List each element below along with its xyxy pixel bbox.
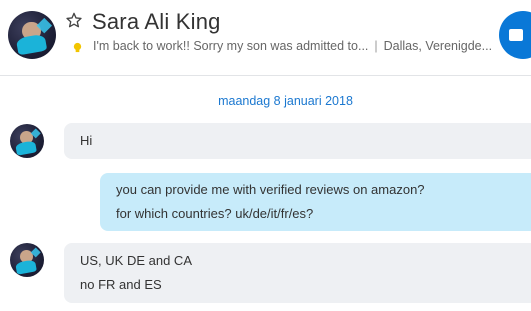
mood-separator: | — [374, 39, 378, 53]
contact-name[interactable]: Sara Ali King — [92, 9, 221, 35]
outgoing-message-bubble[interactable]: you can provide me with verified reviews… — [100, 173, 531, 231]
message-avatar[interactable] — [10, 124, 44, 158]
message-text: Hi — [80, 133, 93, 148]
incoming-message-bubble[interactable]: Hi — [64, 123, 531, 159]
video-call-icon — [509, 29, 523, 41]
header-divider — [0, 75, 531, 76]
lightbulb-icon — [72, 40, 83, 53]
message-text: for which countries? uk/de/it/fr/es? — [116, 206, 314, 221]
avatar-scarf — [15, 33, 47, 56]
contact-location: Dallas, Verenigde... — [383, 39, 493, 53]
mood-message: I'm back to work!! Sorry my son was admi… — [93, 39, 369, 53]
lightbulb-icon-svg — [73, 42, 82, 53]
message-text: no FR and ES — [80, 277, 162, 292]
avatar-scarf — [15, 139, 38, 156]
star-outline-icon[interactable] — [66, 12, 84, 30]
contact-avatar[interactable] — [8, 11, 56, 59]
star-outline-icon-svg — [66, 12, 82, 28]
conversation-header: Sara Ali King I'm back to work!! Sorry m… — [0, 0, 531, 75]
incoming-message-bubble[interactable]: US, UK DE and CA no FR and ES — [64, 243, 531, 303]
avatar-scarf — [15, 258, 38, 275]
message-text: US, UK DE and CA — [80, 253, 192, 268]
message-text: you can provide me with verified reviews… — [116, 182, 425, 197]
contact-mood-line: I'm back to work!! Sorry my son was admi… — [93, 39, 492, 53]
message-avatar[interactable] — [10, 243, 44, 277]
video-call-button[interactable] — [499, 11, 531, 59]
date-divider: maandag 8 januari 2018 — [218, 94, 353, 108]
